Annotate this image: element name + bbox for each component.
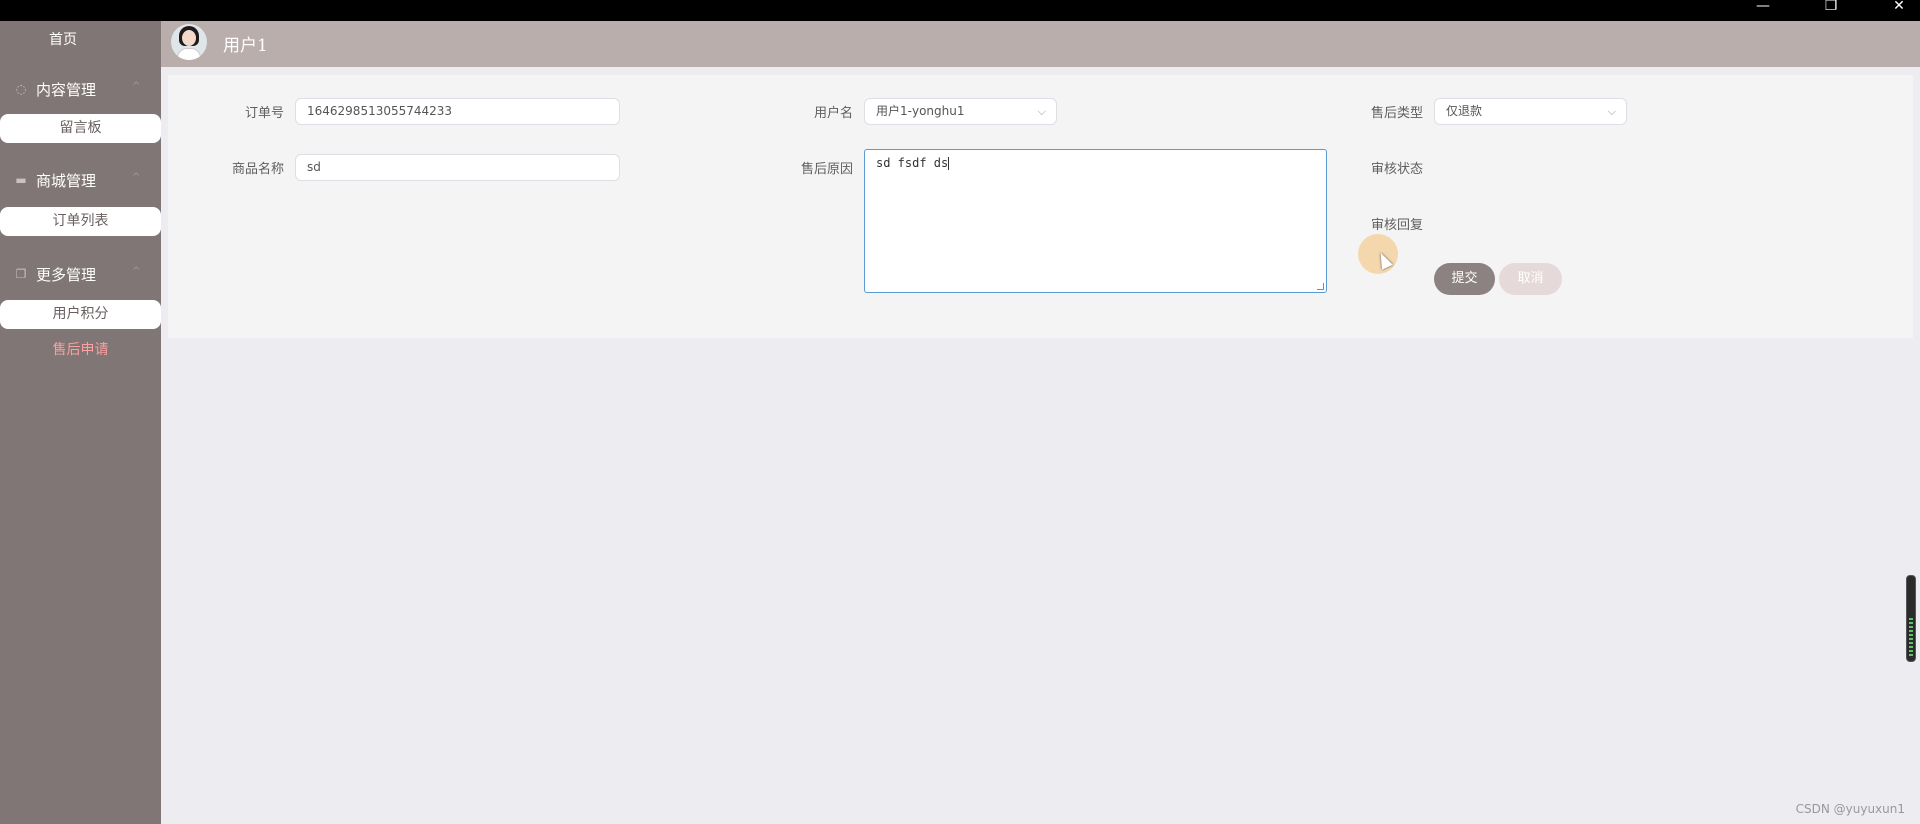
chevron-down-icon: ⌵ [1037, 105, 1046, 118]
submit-button[interactable]: 提交 [1434, 263, 1495, 295]
copy-icon: ❐ [15, 267, 27, 281]
text-caret [948, 157, 950, 170]
sidebar-item-guestbook[interactable]: 留言板 [0, 114, 161, 143]
order-no-label: 订单号 [244, 106, 284, 121]
username-select-value: 用户1-yonghu1 [876, 104, 965, 118]
resize-handle-icon[interactable] [1317, 283, 1324, 290]
header: 用户1 [161, 21, 1920, 67]
chevron-up-icon: ^ [132, 172, 141, 183]
sidebar-item-home[interactable]: 首页 [0, 29, 126, 49]
sidebar-group-mall[interactable]: ▬ 商城管理 ^ [14, 168, 140, 192]
comment-icon: ◌ [15, 82, 27, 96]
sidebar-group-label: 内容管理 [36, 80, 97, 99]
cancel-button[interactable]: 取消 [1499, 263, 1562, 295]
reason-text: sd fsdf ds [876, 156, 949, 170]
avatar[interactable] [171, 24, 207, 60]
aftersale-type-label: 售后类型 [1370, 106, 1423, 121]
sidebar: 首页 ◌ 内容管理 ^ 留言板 ▬ 商城管理 ^ 订单列表 ❐ 更多管理 ^ 用… [0, 21, 161, 824]
top-bar [0, 0, 1920, 21]
close-icon[interactable]: ✕ [1879, 0, 1919, 14]
restore-icon[interactable]: ❐ [1811, 0, 1851, 14]
sidebar-group-label: 更多管理 [36, 265, 97, 284]
product-name-input[interactable]: sd [295, 154, 620, 181]
chevron-up-icon: ^ [132, 266, 141, 277]
chevron-up-icon: ^ [132, 81, 141, 92]
review-status-label: 审核状态 [1370, 162, 1423, 177]
sidebar-group-label: 商城管理 [36, 171, 97, 190]
reason-label: 售后原因 [800, 162, 853, 177]
sidebar-group-content[interactable]: ◌ 内容管理 ^ [14, 77, 141, 101]
review-reply-label: 审核回复 [1370, 218, 1423, 233]
sidebar-item-orders[interactable]: 订单列表 [0, 207, 161, 236]
sidebar-item-aftersale[interactable]: 售后申请 [0, 336, 161, 365]
sidebar-item-user-points[interactable]: 用户积分 [0, 300, 161, 329]
header-username: 用户1 [223, 36, 268, 56]
bag-icon: ▬ [15, 173, 27, 187]
product-name-label: 商品名称 [231, 162, 284, 177]
minimize-icon[interactable]: — [1743, 0, 1783, 14]
aftersale-type-select[interactable]: 仅退款 ⌵ [1434, 98, 1627, 125]
sidebar-group-more[interactable]: ❐ 更多管理 ^ [14, 262, 141, 286]
scrollbar[interactable] [1906, 575, 1916, 662]
aftersale-type-value: 仅退款 [1446, 104, 1483, 118]
chevron-down-icon: ⌵ [1607, 105, 1616, 118]
username-label: 用户名 [813, 106, 853, 121]
order-no-input[interactable]: 1646298513055744233 [295, 98, 620, 125]
watermark: CSDN @yuyuxun1 [1795, 802, 1905, 816]
username-select[interactable]: 用户1-yonghu1 ⌵ [864, 98, 1057, 125]
reason-textarea[interactable]: sd fsdf ds [864, 149, 1327, 293]
